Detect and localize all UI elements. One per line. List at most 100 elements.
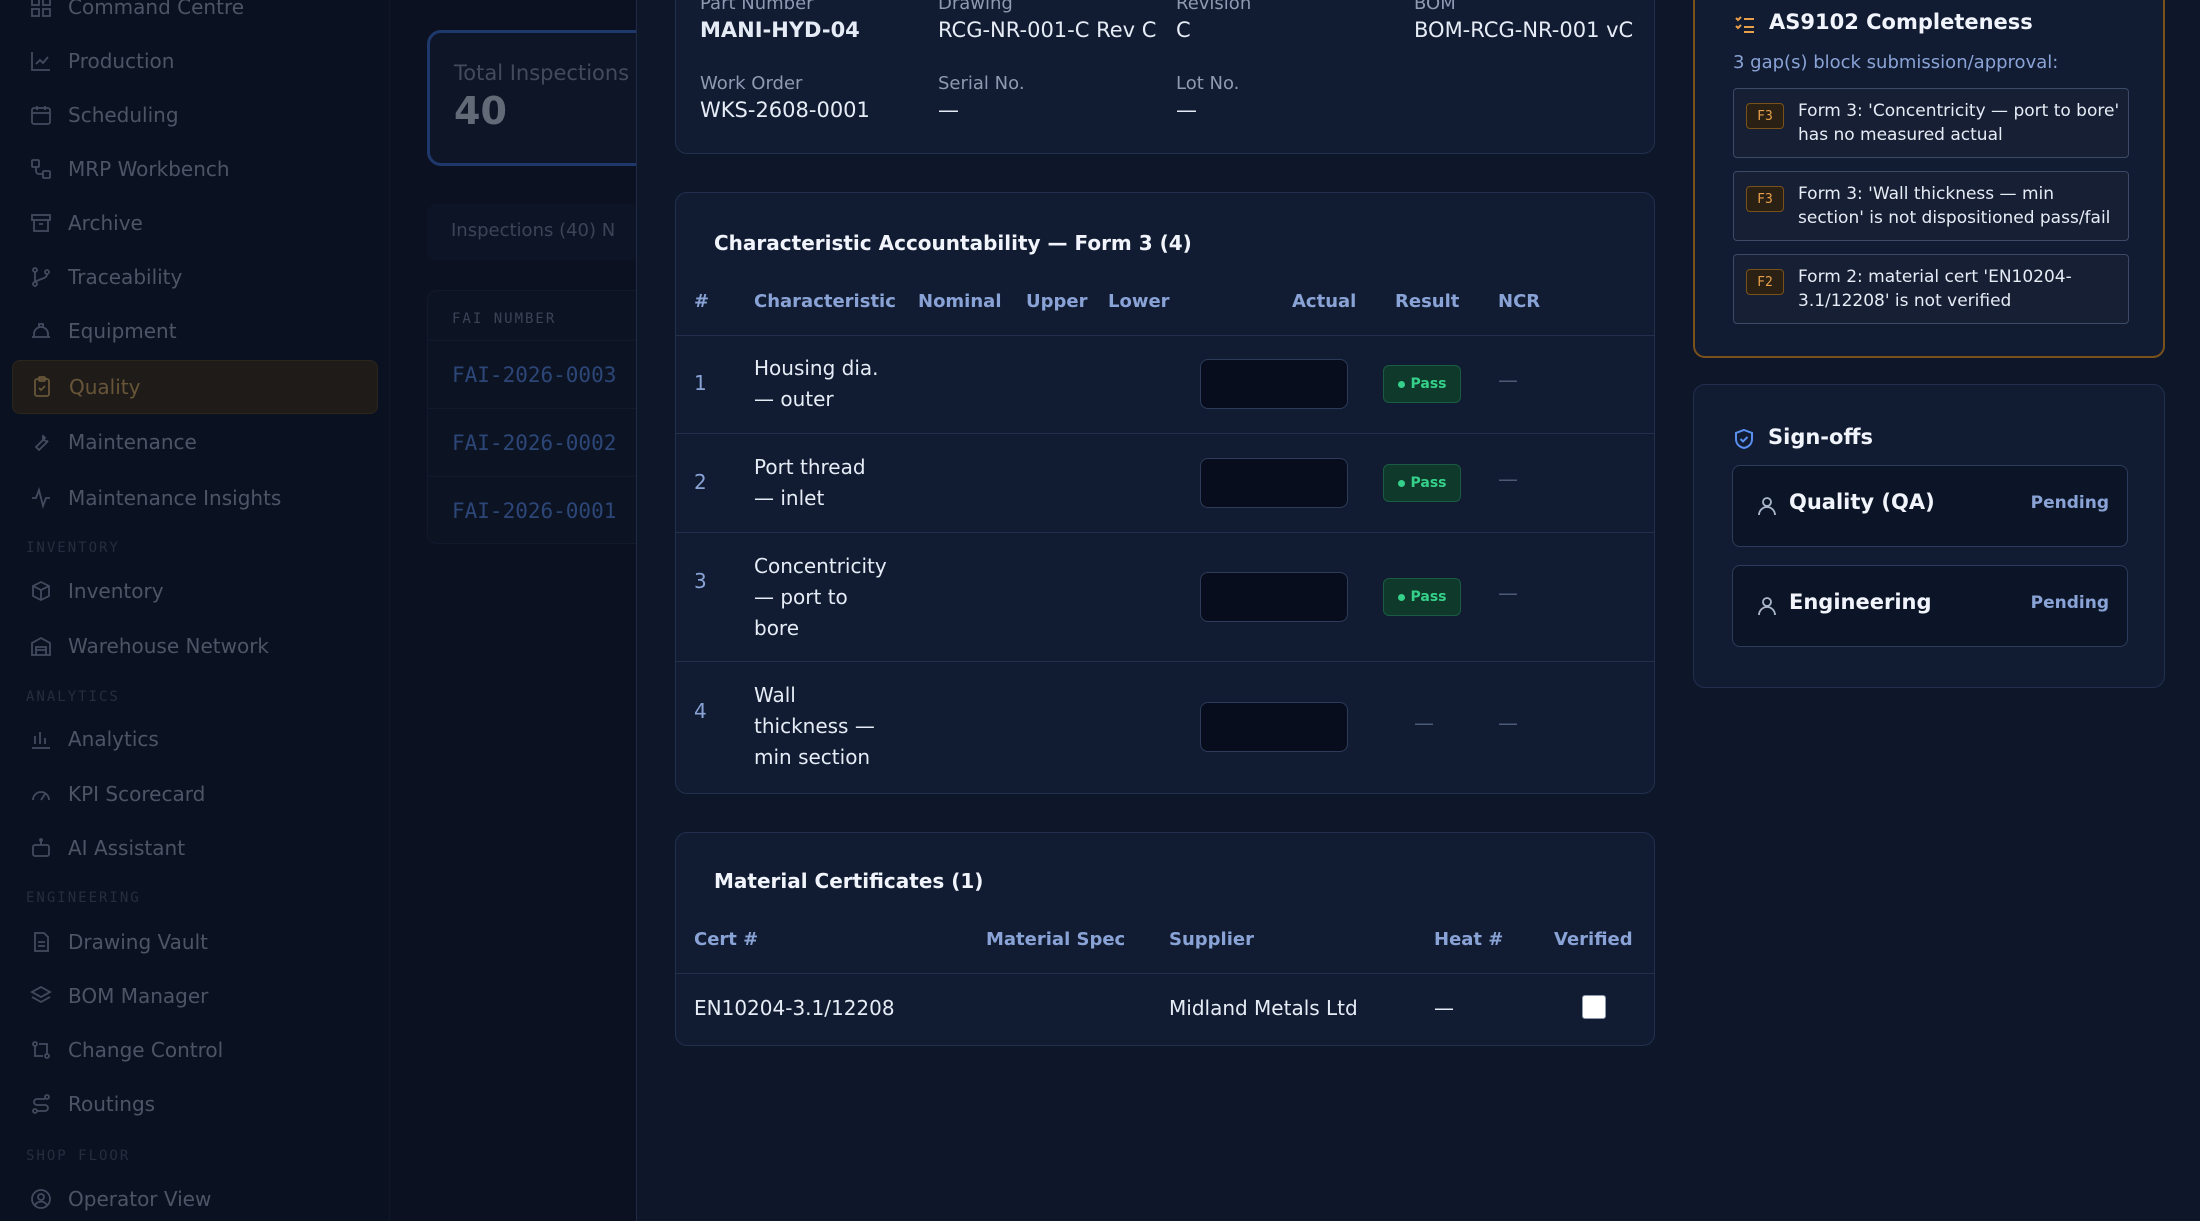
- gap-item[interactable]: F3 Form 3: 'Concentricity — port to bore…: [1733, 88, 2129, 158]
- bar-chart-icon: [28, 726, 54, 752]
- sidebar-item-mrp-workbench[interactable]: MRP Workbench: [12, 142, 378, 196]
- characteristic-name: Housing dia. — outer: [754, 356, 879, 411]
- field-label: Lot No.: [1176, 73, 1240, 94]
- sidebar-item-maintenance[interactable]: Maintenance: [12, 415, 378, 469]
- sidebar-item-routings[interactable]: Routings: [12, 1077, 378, 1131]
- divider: [676, 335, 1654, 336]
- ncr-value: —: [1498, 467, 1518, 491]
- sidebar-item-label: Drawing Vault: [68, 930, 208, 954]
- section-label-shop-floor: SHOP FLOOR: [26, 1148, 131, 1164]
- bom-field: BOM BOM-RCG-NR-001 vC: [1414, 0, 1633, 42]
- sidebar-item-archive[interactable]: Archive: [12, 196, 378, 250]
- status-dot: [1397, 380, 1405, 388]
- divider: [676, 532, 1654, 533]
- gap-item[interactable]: F3 Form 3: 'Wall thickness — min section…: [1733, 171, 2129, 241]
- user-circle-icon: [28, 1186, 54, 1212]
- lot-field: Lot No. —: [1176, 73, 1239, 122]
- sidebar-item-quality[interactable]: Quality: [12, 360, 378, 414]
- column-header: Supplier: [1169, 929, 1254, 950]
- column-header: NCR: [1498, 291, 1541, 312]
- field-label: Revision: [1176, 0, 1252, 14]
- column-header: Cert #: [694, 929, 759, 950]
- sidebar-item-equipment[interactable]: Equipment: [12, 304, 378, 358]
- column-header: Verified: [1554, 929, 1633, 950]
- field-value: —: [938, 98, 959, 122]
- sidebar-item-bom-manager[interactable]: BOM Manager: [12, 969, 378, 1023]
- sidebar-item-label: Production: [68, 49, 175, 73]
- certificates-title: Material Certificates (1): [714, 869, 984, 893]
- sidebar-item-label: MRP Workbench: [68, 157, 230, 181]
- signoff-quality[interactable]: Quality (QA) Pending: [1732, 465, 2128, 547]
- sidebar-item-inventory[interactable]: Inventory: [12, 564, 378, 618]
- divider: [676, 973, 1654, 974]
- sidebar-item-label: Archive: [68, 211, 143, 235]
- layers-icon: [28, 983, 54, 1009]
- sidebar-item-production[interactable]: Production: [12, 34, 378, 88]
- signoffs-title: Sign-offs: [1768, 425, 1873, 449]
- form-tag: F3: [1746, 103, 1784, 129]
- signoff-role: Engineering: [1789, 590, 1932, 614]
- field-label: BOM: [1414, 0, 1456, 14]
- sidebar-item-kpi-scorecard[interactable]: KPI Scorecard: [12, 767, 378, 821]
- stat-label: Total Inspections: [454, 61, 630, 85]
- revision-field: Revision C: [1176, 0, 1251, 42]
- row-index: 4: [694, 699, 707, 723]
- section-label-inventory: INVENTORY: [26, 540, 120, 556]
- sidebar-item-analytics[interactable]: Analytics: [12, 712, 378, 766]
- sidebar-item-command-centre[interactable]: Command Centre: [12, 0, 378, 34]
- field-label: Drawing: [938, 0, 1013, 14]
- section-label-engineering: ENGINEERING: [26, 890, 141, 906]
- verified-checkbox[interactable]: [1582, 995, 1606, 1019]
- field-value: BOM-RCG-NR-001 vC: [1414, 18, 1634, 42]
- sidebar-item-drawing-vault[interactable]: Drawing Vault: [12, 915, 378, 969]
- gap-text: Form 3: 'Concentricity — port to bore' h…: [1798, 101, 2120, 145]
- actual-input[interactable]: [1200, 702, 1348, 752]
- result-badge: Pass: [1383, 464, 1461, 502]
- sidebar: Command Centre Production Scheduling MRP…: [0, 0, 390, 1221]
- signoff-engineering[interactable]: Engineering Pending: [1732, 565, 2128, 647]
- gauge-icon: [28, 781, 54, 807]
- ncr-value: —: [1498, 368, 1518, 392]
- actual-input[interactable]: [1200, 458, 1348, 508]
- row-index: 2: [694, 470, 707, 494]
- sidebar-item-operator-view[interactable]: Operator View: [12, 1172, 378, 1221]
- sidebar-item-traceability[interactable]: Traceability: [12, 250, 378, 304]
- field-label: Work Order: [700, 73, 803, 94]
- sidebar-item-label: KPI Scorecard: [68, 782, 206, 806]
- sidebar-item-warehouse-network[interactable]: Warehouse Network: [12, 619, 378, 673]
- sidebar-item-label: Equipment: [68, 319, 177, 343]
- git-compare-icon: [28, 1037, 54, 1063]
- row-index: 3: [694, 569, 707, 593]
- status-dot: [1397, 593, 1405, 601]
- warehouse-icon: [28, 633, 54, 659]
- workflow-icon: [28, 156, 54, 182]
- actual-input[interactable]: [1200, 572, 1348, 622]
- result-badge: Pass: [1383, 578, 1461, 616]
- signoffs-card: Sign-offs Quality (QA) Pending Engineeri…: [1693, 384, 2165, 688]
- supplier-name: Midland Metals Ltd: [1169, 996, 1358, 1020]
- sidebar-item-maintenance-insights[interactable]: Maintenance Insights: [12, 471, 378, 525]
- actual-input[interactable]: [1200, 359, 1348, 409]
- field-value: WKS-2608-0001: [700, 98, 870, 122]
- sidebar-item-ai-assistant[interactable]: AI Assistant: [12, 821, 378, 875]
- sidebar-item-change-control[interactable]: Change Control: [12, 1023, 378, 1077]
- gap-item[interactable]: F2 Form 2: material cert 'EN10204-3.1/12…: [1733, 254, 2129, 324]
- sidebar-item-label: Scheduling: [68, 103, 179, 127]
- serial-field: Serial No. —: [938, 73, 1025, 122]
- field-value: C: [1176, 18, 1191, 42]
- signoff-role: Quality (QA): [1789, 490, 1935, 514]
- wrench-icon: [28, 429, 54, 455]
- dashboard-icon: [28, 0, 54, 20]
- signoff-status: Pending: [2030, 593, 2109, 613]
- form-tag: F3: [1746, 186, 1784, 212]
- form-tag: F2: [1746, 269, 1784, 295]
- background-page: Total Inspections 40 Inspections (40) N …: [391, 0, 687, 1221]
- row-index: 1: [694, 371, 707, 395]
- route-icon: [28, 1091, 54, 1117]
- package-icon: [28, 578, 54, 604]
- characteristics-title: Characteristic Accountability — Form 3 (…: [714, 231, 1192, 255]
- characteristic-name: Concentricity — port to bore: [754, 554, 887, 640]
- user-icon: [1755, 594, 1779, 618]
- sidebar-item-scheduling[interactable]: Scheduling: [12, 88, 378, 142]
- sidebar-item-label: Maintenance Insights: [68, 486, 282, 510]
